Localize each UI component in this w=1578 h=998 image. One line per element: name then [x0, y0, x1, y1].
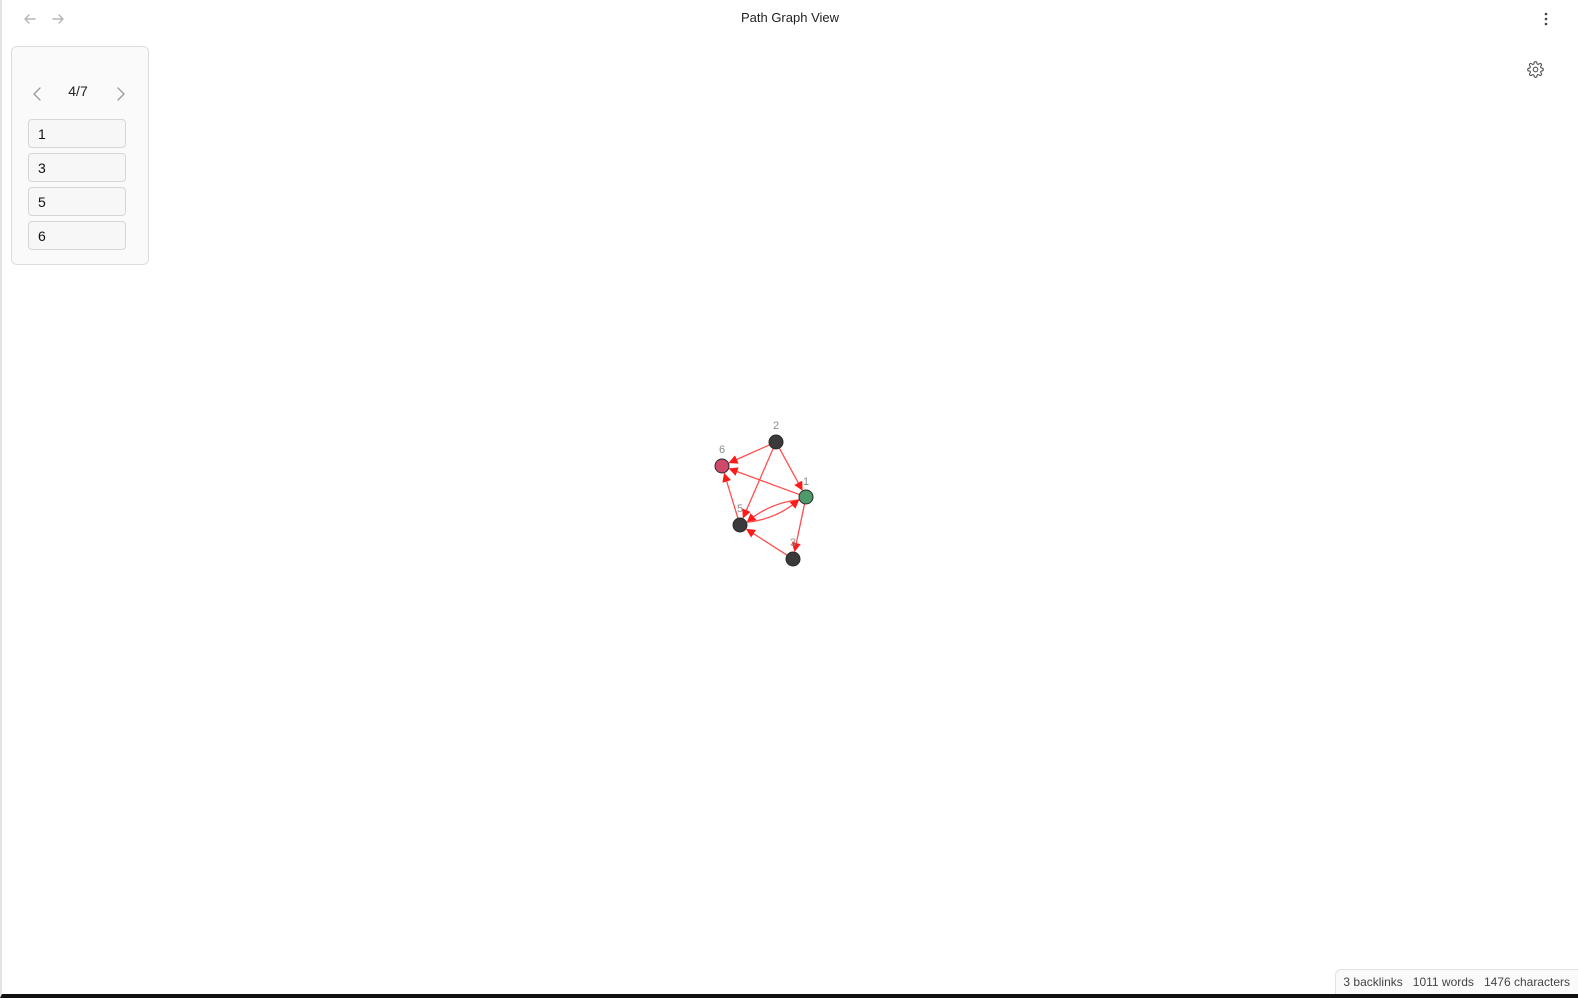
path-node-list: 1 3 5 6: [28, 119, 126, 255]
graph-edge-5-6: [722, 472, 739, 519]
graph-node-label: 3: [790, 537, 796, 549]
graph-edge-3-5: [745, 528, 788, 556]
graph-edge-1-3: [791, 503, 806, 553]
path-node-item[interactable]: 6: [28, 221, 126, 250]
graph-node-label: 1: [803, 476, 809, 488]
graph-edge-1-6: [728, 467, 800, 496]
character-count: 1476 characters: [1483, 975, 1570, 989]
workspace: Path Graph View 12356 4/7 1 3 5 6 3 back…: [0, 0, 1578, 998]
status-bar: 3 backlinks 1011 words 1476 characters: [1335, 969, 1578, 994]
graph-node-2[interactable]: [768, 434, 784, 450]
path-panel: 4/7 1 3 5 6: [11, 46, 149, 265]
graph-node-label: 5: [737, 503, 743, 515]
graph-edge-5-1: [746, 499, 800, 523]
graph-edge-2-6: [728, 444, 770, 464]
gear-icon: [1526, 60, 1544, 78]
path-node-item[interactable]: 1: [28, 119, 126, 148]
graph-node-label: 6: [719, 444, 725, 456]
graph-node-3[interactable]: [785, 551, 801, 567]
pager-next-button[interactable]: [112, 84, 130, 104]
backlinks-count[interactable]: 3 backlinks: [1343, 975, 1402, 989]
graph-edge-2-1: [778, 447, 803, 491]
path-pager: 4/7: [26, 81, 130, 105]
graph-node-label: 2: [773, 420, 779, 432]
path-node-item[interactable]: 5: [28, 187, 126, 216]
graph-edge-1-5: [746, 499, 800, 523]
path-graph[interactable]: 1 2 3 5 6: [2, 0, 1578, 998]
graph-settings-button[interactable]: [1525, 59, 1545, 79]
graph-node-6[interactable]: [714, 458, 730, 474]
chevron-right-icon: [117, 87, 125, 101]
graph-node-5[interactable]: [732, 517, 748, 533]
graph-node-1[interactable]: [798, 489, 814, 505]
word-count: 1011 words: [1412, 975, 1474, 989]
path-node-item[interactable]: 3: [28, 153, 126, 182]
